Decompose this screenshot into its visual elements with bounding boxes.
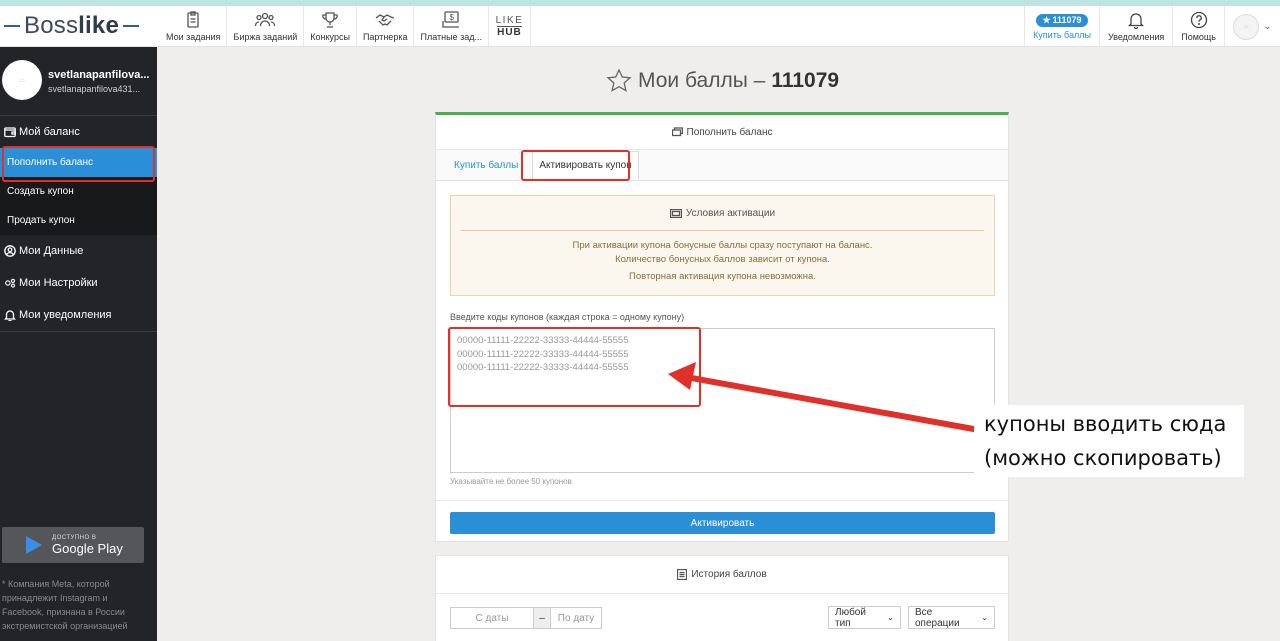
user-menu[interactable]: ▭ ⌄ [1224, 6, 1280, 47]
activate-button[interactable]: Активировать [450, 512, 995, 534]
nav-likehub[interactable]: LIKE HUB [489, 6, 531, 47]
clipboard-icon [187, 11, 199, 28]
bell-icon [1128, 13, 1145, 29]
buy-points-button[interactable]: ★ 111079 Купить баллы [1024, 6, 1099, 47]
paid-tasks-icon: $ [442, 11, 460, 28]
condition-line: Количество бонусных баллов зависит от ку… [615, 254, 830, 265]
coupon-codes-label: Введите коды купонов (каждая строка = од… [450, 312, 685, 322]
divider [0, 331, 157, 332]
money-icon [671, 127, 683, 137]
type-select[interactable]: Любой тип ⌄ [828, 606, 901, 629]
chevron-down-icon: ⌄ [1263, 21, 1272, 32]
avatar: ▭ [1233, 13, 1260, 40]
date-to-input[interactable]: По дату [550, 607, 602, 629]
sidebar-item-topup[interactable]: Пополнить баланс [0, 148, 157, 177]
condition-line: При активации купона бонусные баллы сраз… [572, 240, 873, 251]
user-circle-icon [4, 245, 16, 257]
notifications-button[interactable]: Уведомления [1098, 6, 1172, 47]
list-icon [677, 569, 688, 580]
chevron-down-icon: ⌄ [887, 613, 894, 622]
meta-disclaimer: * Компания Meta, которой принадлежит Ins… [2, 579, 128, 631]
sidebar: ▭ svetlanapanfilova... svetlanapanfilova… [0, 47, 157, 641]
top-nav: Мои задания Биржа заданий Конкурсы Партн… [160, 6, 531, 47]
header-right: ★ 111079 Купить баллы Уведомления Помощь … [1024, 6, 1280, 47]
divider [436, 500, 1008, 501]
history-card: История баллов С даты – По дату Любой ти… [435, 555, 1009, 641]
tab-buy-points[interactable]: Купить баллы [448, 152, 524, 179]
coupon-limit-hint: Указывайте не более 50 купонов [450, 477, 572, 486]
history-header: История баллов [436, 556, 1008, 594]
divider [461, 230, 984, 231]
tab-activate-coupon[interactable]: Активировать купон [532, 150, 639, 180]
page-title: Мои баллы –111079 [606, 66, 839, 96]
activation-conditions: Условия активации При активации купона б… [450, 195, 995, 296]
play-icon [26, 536, 42, 554]
avatar: ▭ [2, 60, 42, 100]
nav-partner[interactable]: Партнерка [357, 6, 415, 47]
star-icon [606, 68, 632, 92]
balance-submenu: Пополнить баланс Создать купон Продать к… [0, 148, 157, 235]
ticket-icon [669, 208, 682, 218]
nav-contests[interactable]: Конкурсы [304, 6, 357, 47]
card-header: Пополнить баланс [436, 115, 1008, 150]
svg-text:$: $ [450, 13, 455, 22]
bell-icon [4, 310, 16, 321]
star-icon: ★ [1042, 14, 1051, 25]
tabs: Купить баллы Активировать купон [436, 150, 1008, 181]
condition-line: Повторная активация купона невозможна. [629, 271, 816, 282]
topup-card: Пополнить баланс Купить баллы Активирова… [435, 112, 1009, 542]
users-icon [255, 12, 276, 27]
sidebar-item-create-coupon[interactable]: Создать купон [0, 177, 157, 206]
google-play-badge[interactable]: ДОСТУПНО В Google Play [2, 527, 144, 563]
points-badge: ★ 111079 [1036, 13, 1088, 27]
nav-paid-tasks[interactable]: $ Платные зад... [414, 6, 489, 47]
profile[interactable]: ▭ svetlanapanfilova... svetlanapanfilova… [0, 47, 157, 116]
sidebar-item-settings[interactable]: Мои Настройки [0, 267, 157, 299]
nav-task-exchange[interactable]: Биржа заданий [227, 6, 305, 47]
sidebar-item-notifications[interactable]: Мои уведомления [0, 299, 157, 331]
gears-icon [5, 278, 16, 288]
username: svetlanapanfilova... [48, 69, 150, 81]
date-from-input[interactable]: С даты [450, 607, 534, 629]
help-button[interactable]: Помощь [1172, 6, 1224, 47]
nav-my-tasks[interactable]: Мои задания [160, 6, 228, 47]
sidebar-item-balance[interactable]: Мой баланс [0, 116, 157, 148]
wallet-icon [4, 127, 16, 138]
operations-select[interactable]: Все операции ⌄ [908, 606, 995, 629]
handshake-icon [375, 14, 395, 26]
sidebar-item-my-data[interactable]: Мои Данные [0, 235, 157, 267]
date-separator: – [533, 607, 551, 629]
trophy-icon [322, 12, 338, 28]
chevron-down-icon: ⌄ [981, 613, 988, 622]
annotation-note: купоны вводить сюда (можно скопировать) [974, 405, 1244, 477]
coupon-codes-textarea[interactable]: 00000-11111-22222-33333-44444-55555 0000… [450, 328, 995, 473]
user-email: svetlanapanfilova431... [48, 84, 141, 94]
conditions-title: Условия активации [685, 207, 776, 219]
logo[interactable]: Bosslike [4, 12, 154, 40]
help-icon [1190, 11, 1207, 29]
sidebar-item-sell-coupon[interactable]: Продать купон [0, 206, 157, 235]
header: Bosslike Мои задания Биржа заданий Конку… [0, 6, 1280, 47]
